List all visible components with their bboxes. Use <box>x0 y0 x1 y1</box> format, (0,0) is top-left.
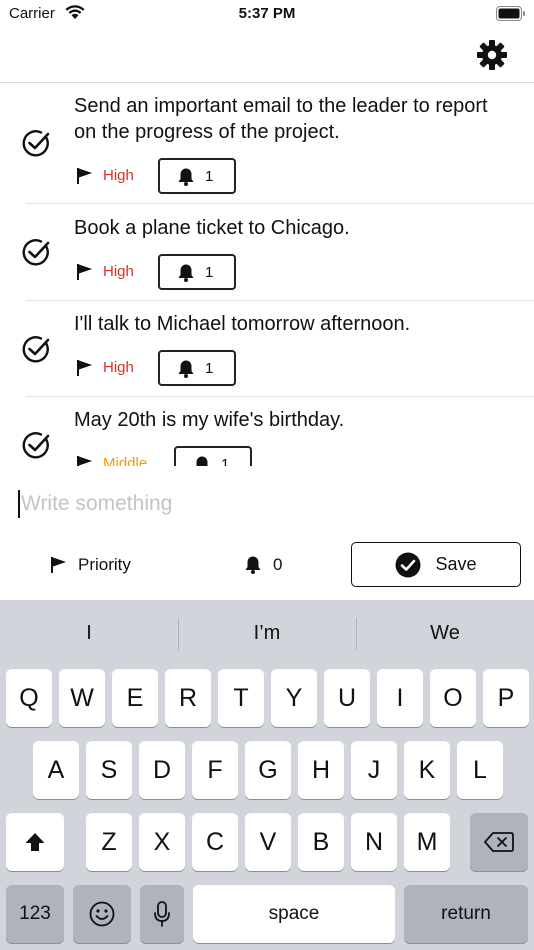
key-b[interactable]: B <box>298 813 344 871</box>
key-k[interactable]: K <box>404 741 450 799</box>
priority-button[interactable]: Priority <box>50 552 131 578</box>
key-c[interactable]: C <box>192 813 238 871</box>
check-circle-icon[interactable] <box>21 128 51 158</box>
key-o[interactable]: O <box>430 669 476 727</box>
bell-icon <box>196 456 208 466</box>
key-i[interactable]: I <box>377 669 423 727</box>
save-button-label: Save <box>435 554 477 574</box>
key-q[interactable]: Q <box>6 669 52 727</box>
reminder-count: 0 <box>273 555 283 574</box>
suggestion-bar: I I’m We <box>0 600 534 666</box>
priority-label: High <box>103 263 134 280</box>
task-row[interactable]: Book a plane ticket to Chicago. High 1 <box>0 204 534 301</box>
key-h[interactable]: H <box>298 741 344 799</box>
key-z[interactable]: Z <box>86 813 132 871</box>
composer-input-area[interactable] <box>18 484 518 522</box>
priority-label: High <box>103 167 134 184</box>
task-list[interactable]: Send an important email to the leader to… <box>0 84 534 466</box>
priority-button-label: Priority <box>78 555 131 574</box>
nav-bar <box>0 30 534 83</box>
task-title: Send an important email to the leader to… <box>74 95 488 143</box>
status-bar: Carrier 5:37 PM <box>0 0 534 30</box>
bell-icon <box>245 556 261 574</box>
task-row[interactable]: May 20th is my wife's birthday. Middle 1 <box>0 397 534 466</box>
task-title: Book a plane ticket to Chicago. <box>74 217 350 239</box>
battery-icon <box>496 6 525 21</box>
task-row[interactable]: I'll talk to Michael tomorrow afternoon.… <box>0 301 534 397</box>
emoji-smiley-icon <box>89 901 115 927</box>
key-j[interactable]: J <box>351 741 397 799</box>
flag-icon <box>51 557 66 573</box>
suggestion-3[interactable]: We <box>356 600 534 666</box>
key-m[interactable]: M <box>404 813 450 871</box>
key-n[interactable]: N <box>351 813 397 871</box>
flag-icon <box>77 168 92 184</box>
emoji-key[interactable] <box>73 885 131 943</box>
flag-icon <box>77 264 92 280</box>
key-x[interactable]: X <box>139 813 185 871</box>
composer-controls: Priority 0 Save <box>0 540 534 590</box>
reminder-count: 1 <box>221 456 230 466</box>
check-circle-icon[interactable] <box>21 334 51 364</box>
bell-icon <box>178 360 194 378</box>
key-e[interactable]: E <box>112 669 158 727</box>
return-key[interactable]: return <box>404 885 528 943</box>
numbers-key[interactable]: 123 <box>6 885 64 943</box>
key-d[interactable]: D <box>139 741 185 799</box>
task-row[interactable]: Send an important email to the leader to… <box>0 84 534 204</box>
key-l[interactable]: L <box>457 741 503 799</box>
key-v[interactable]: V <box>245 813 291 871</box>
bell-icon <box>178 264 194 282</box>
reminder-button[interactable]: 1 <box>158 254 236 290</box>
backspace-icon <box>484 832 514 852</box>
reminder-button[interactable]: 0 <box>243 552 282 578</box>
bell-icon <box>178 168 194 186</box>
task-title: May 20th is my wife's birthday. <box>74 409 345 431</box>
shift-arrow-icon <box>25 833 45 851</box>
task-title: I'll talk to Michael tomorrow afternoon. <box>74 313 411 335</box>
settings-gear-icon[interactable] <box>476 39 508 71</box>
key-r[interactable]: R <box>165 669 211 727</box>
key-u[interactable]: U <box>324 669 370 727</box>
suggestion-1[interactable]: I <box>0 600 178 666</box>
key-w[interactable]: W <box>59 669 105 727</box>
reminder-button[interactable]: 1 <box>174 446 252 466</box>
reminder-count: 1 <box>205 360 214 377</box>
priority-label: Middle <box>103 455 148 466</box>
dictation-key[interactable] <box>140 885 184 943</box>
key-p[interactable]: P <box>483 669 529 727</box>
write-something-input[interactable] <box>21 486 511 522</box>
check-circle-icon[interactable] <box>21 430 51 460</box>
key-g[interactable]: G <box>245 741 291 799</box>
text-caret <box>18 490 20 518</box>
space-key[interactable]: space <box>193 885 395 943</box>
reminder-button[interactable]: 1 <box>158 350 236 386</box>
keyboard: I I’m We Q W E R T Y U I O P A S D F G H… <box>0 600 534 950</box>
flag-icon <box>77 360 92 376</box>
key-y[interactable]: Y <box>271 669 317 727</box>
reminder-count: 1 <box>205 168 214 185</box>
reminder-count: 1 <box>205 264 214 281</box>
reminder-button[interactable]: 1 <box>158 158 236 194</box>
check-circle-icon[interactable] <box>21 237 51 267</box>
flag-icon <box>77 456 92 466</box>
key-s[interactable]: S <box>86 741 132 799</box>
delete-key[interactable] <box>470 813 528 871</box>
shift-key[interactable] <box>6 813 64 871</box>
key-f[interactable]: F <box>192 741 238 799</box>
key-a[interactable]: A <box>33 741 79 799</box>
suggestion-2[interactable]: I’m <box>178 600 356 666</box>
clock: 5:37 PM <box>238 5 296 22</box>
priority-label: High <box>103 359 134 376</box>
key-t[interactable]: T <box>218 669 264 727</box>
checkmark-circle-icon <box>395 552 421 577</box>
save-button[interactable]: Save <box>351 542 521 587</box>
microphone-icon <box>154 901 170 927</box>
